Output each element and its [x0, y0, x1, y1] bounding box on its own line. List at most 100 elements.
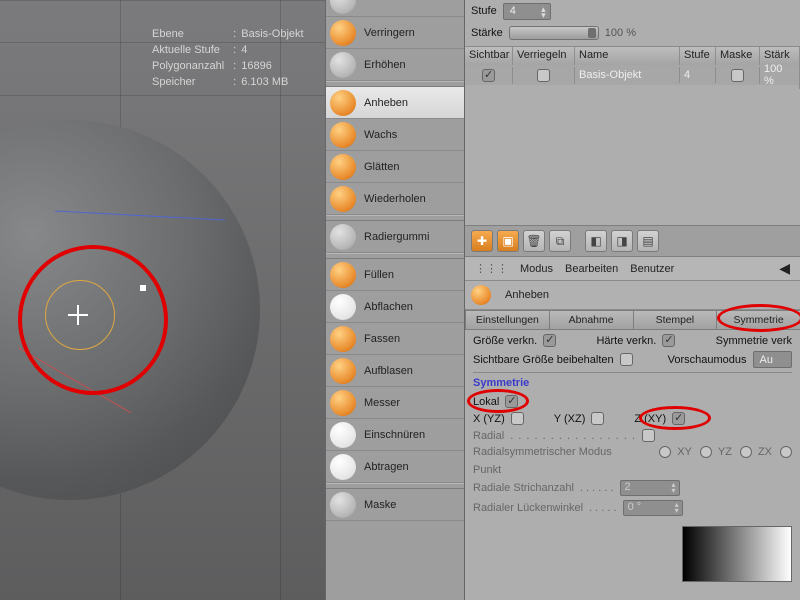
groesse-verkn-check[interactable]: [543, 334, 556, 347]
brush-tabs: Einstellungen Abnahme Stempel Symmetrie: [465, 310, 800, 330]
lock-checkbox[interactable]: [537, 69, 550, 82]
layer-icon-toolbar: ✚ ▣ 🗑 ⧉ ◧ ◨ ▤: [465, 225, 800, 257]
copy-button[interactable]: ⧉: [549, 230, 571, 252]
tool-abflachen[interactable]: Abflachen: [326, 291, 464, 323]
radial-gap-field[interactable]: 0 °▴▾: [623, 500, 683, 516]
menu-modus[interactable]: Modus: [520, 263, 553, 275]
layer-row[interactable]: Basis-Objekt 4 100 %: [465, 65, 800, 85]
tool-icon: [330, 492, 356, 518]
tool-icon: [330, 0, 356, 14]
tool-messer[interactable]: Messer: [326, 387, 464, 419]
sichtbare-groesse-check[interactable]: [620, 353, 633, 366]
grid-line: [0, 0, 325, 1]
radial-strich-field[interactable]: 2▴▾: [620, 480, 680, 496]
tool-label: Wachs: [364, 129, 397, 141]
delete-button[interactable]: 🗑: [523, 230, 545, 252]
tool-unnamed[interactable]: [326, 0, 464, 17]
tool-radiergummi[interactable]: Radiergummi: [326, 221, 464, 253]
sym-z-check[interactable]: [672, 412, 685, 425]
tool-label: Radiergummi: [364, 231, 429, 243]
toolbar-btn-b[interactable]: ◨: [611, 230, 633, 252]
vorschaumodus-label: Vorschaumodus: [668, 354, 747, 366]
tab-abnahme[interactable]: Abnahme: [549, 310, 633, 330]
menu-back-icon[interactable]: ◀: [779, 260, 790, 277]
symmetrie-section-header: Symmetrie: [473, 372, 792, 391]
layer-table: Sichtbar Verriegeln Name Stufe Maske Stä…: [465, 46, 800, 85]
falloff-curve-preview[interactable]: [682, 526, 792, 582]
tab-symmetrie[interactable]: Symmetrie: [716, 310, 800, 330]
lokal-label: Lokal: [473, 396, 499, 408]
attributes-menu-bar: ⋮⋮⋮ Modus Bearbeiten Benutzer ◀: [465, 257, 800, 281]
tool-icon: [330, 186, 356, 212]
tab-einstellungen[interactable]: Einstellungen: [465, 310, 549, 330]
col-verriegeln[interactable]: Verriegeln: [513, 47, 575, 65]
tool-label: Einschnüren: [364, 429, 425, 441]
tool-icon: [330, 390, 356, 416]
radio-zx[interactable]: [740, 446, 752, 458]
toolbar-btn-a[interactable]: ◧: [585, 230, 607, 252]
tool-anheben[interactable]: Anheben: [326, 87, 464, 119]
tool-erhöhen[interactable]: Erhöhen: [326, 49, 464, 81]
radio-punkt[interactable]: [780, 446, 792, 458]
staerke-slider[interactable]: [509, 26, 599, 40]
tool-icon: [330, 224, 356, 250]
col-name[interactable]: Name: [575, 47, 680, 65]
col-sichtbar[interactable]: Sichtbar: [465, 47, 513, 65]
tool-icon: [330, 90, 356, 116]
staerke-value: 100 %: [605, 27, 636, 39]
tab-stempel[interactable]: Stempel: [633, 310, 717, 330]
stufe-dropdown[interactable]: 4▴▾: [503, 3, 551, 20]
tool-icon: [330, 20, 356, 46]
sym-x-check[interactable]: [511, 412, 524, 425]
tool-icon: [330, 262, 356, 288]
annotation-circle: [18, 245, 168, 395]
layer-stufe: 4: [680, 67, 716, 83]
menu-bearbeiten[interactable]: Bearbeiten: [565, 263, 618, 275]
col-stufe[interactable]: Stufe: [680, 47, 716, 65]
tool-label: Abtragen: [364, 461, 409, 473]
tool-label: Anheben: [364, 97, 408, 109]
tool-glätten[interactable]: Glätten: [326, 151, 464, 183]
tool-füllen[interactable]: Füllen: [326, 259, 464, 291]
tool-maske[interactable]: Maske: [326, 489, 464, 521]
tool-icon: [330, 122, 356, 148]
tool-label: Erhöhen: [364, 59, 406, 71]
symmetrie-verkn-label: Symmetrie verk: [716, 335, 792, 347]
tool-aufblasen[interactable]: Aufblasen: [326, 355, 464, 387]
haerte-verkn-label: Härte verkn.: [596, 335, 656, 347]
haerte-verkn-check[interactable]: [662, 334, 675, 347]
radial-check[interactable]: [642, 429, 655, 442]
sym-y-check[interactable]: [591, 412, 604, 425]
viewport-3d[interactable]: Ebene:Basis-Objekt Aktuelle Stufe:4 Poly…: [0, 0, 325, 600]
grid-line: [0, 95, 325, 96]
sculpt-tool-list: Verringern Erhöhen Anheben Wachs GlättenWied…: [325, 0, 465, 600]
tool-fassen[interactable]: Fassen: [326, 323, 464, 355]
vorschaumodus-dropdown[interactable]: Au: [753, 351, 792, 368]
add-layer-button[interactable]: ✚: [471, 230, 493, 252]
tool-label: Messer: [364, 397, 400, 409]
toolbar-btn-c[interactable]: ▤: [637, 230, 659, 252]
mask-checkbox[interactable]: [731, 69, 744, 82]
tool-label: Abflachen: [364, 301, 413, 313]
tool-label: Fassen: [364, 333, 400, 345]
tool-label: Maske: [364, 499, 396, 511]
tool-abtragen[interactable]: Abtragen: [326, 451, 464, 483]
radio-xy[interactable]: [659, 446, 671, 458]
tool-wachs[interactable]: Wachs: [326, 119, 464, 151]
radio-yz[interactable]: [700, 446, 712, 458]
tool-label: Füllen: [364, 269, 394, 281]
stufe-label: Stufe: [471, 5, 497, 17]
radial-gap-label: Radialer Lückenwinkel: [473, 502, 583, 514]
tool-verringern[interactable]: Verringern: [326, 17, 464, 49]
lokal-check[interactable]: [505, 395, 518, 408]
col-maske[interactable]: Maske: [716, 47, 760, 65]
tool-einschnüren[interactable]: Einschnüren: [326, 419, 464, 451]
tool-icon: [330, 454, 356, 480]
visible-checkbox[interactable]: [482, 69, 495, 82]
menu-benutzer[interactable]: Benutzer: [630, 263, 674, 275]
add-folder-button[interactable]: ▣: [497, 230, 519, 252]
sym-z-label: Z (XY): [634, 413, 666, 425]
tool-wiederholen[interactable]: Wiederholen: [326, 183, 464, 215]
staerke-label: Stärke: [471, 27, 503, 39]
tool-icon: [330, 422, 356, 448]
